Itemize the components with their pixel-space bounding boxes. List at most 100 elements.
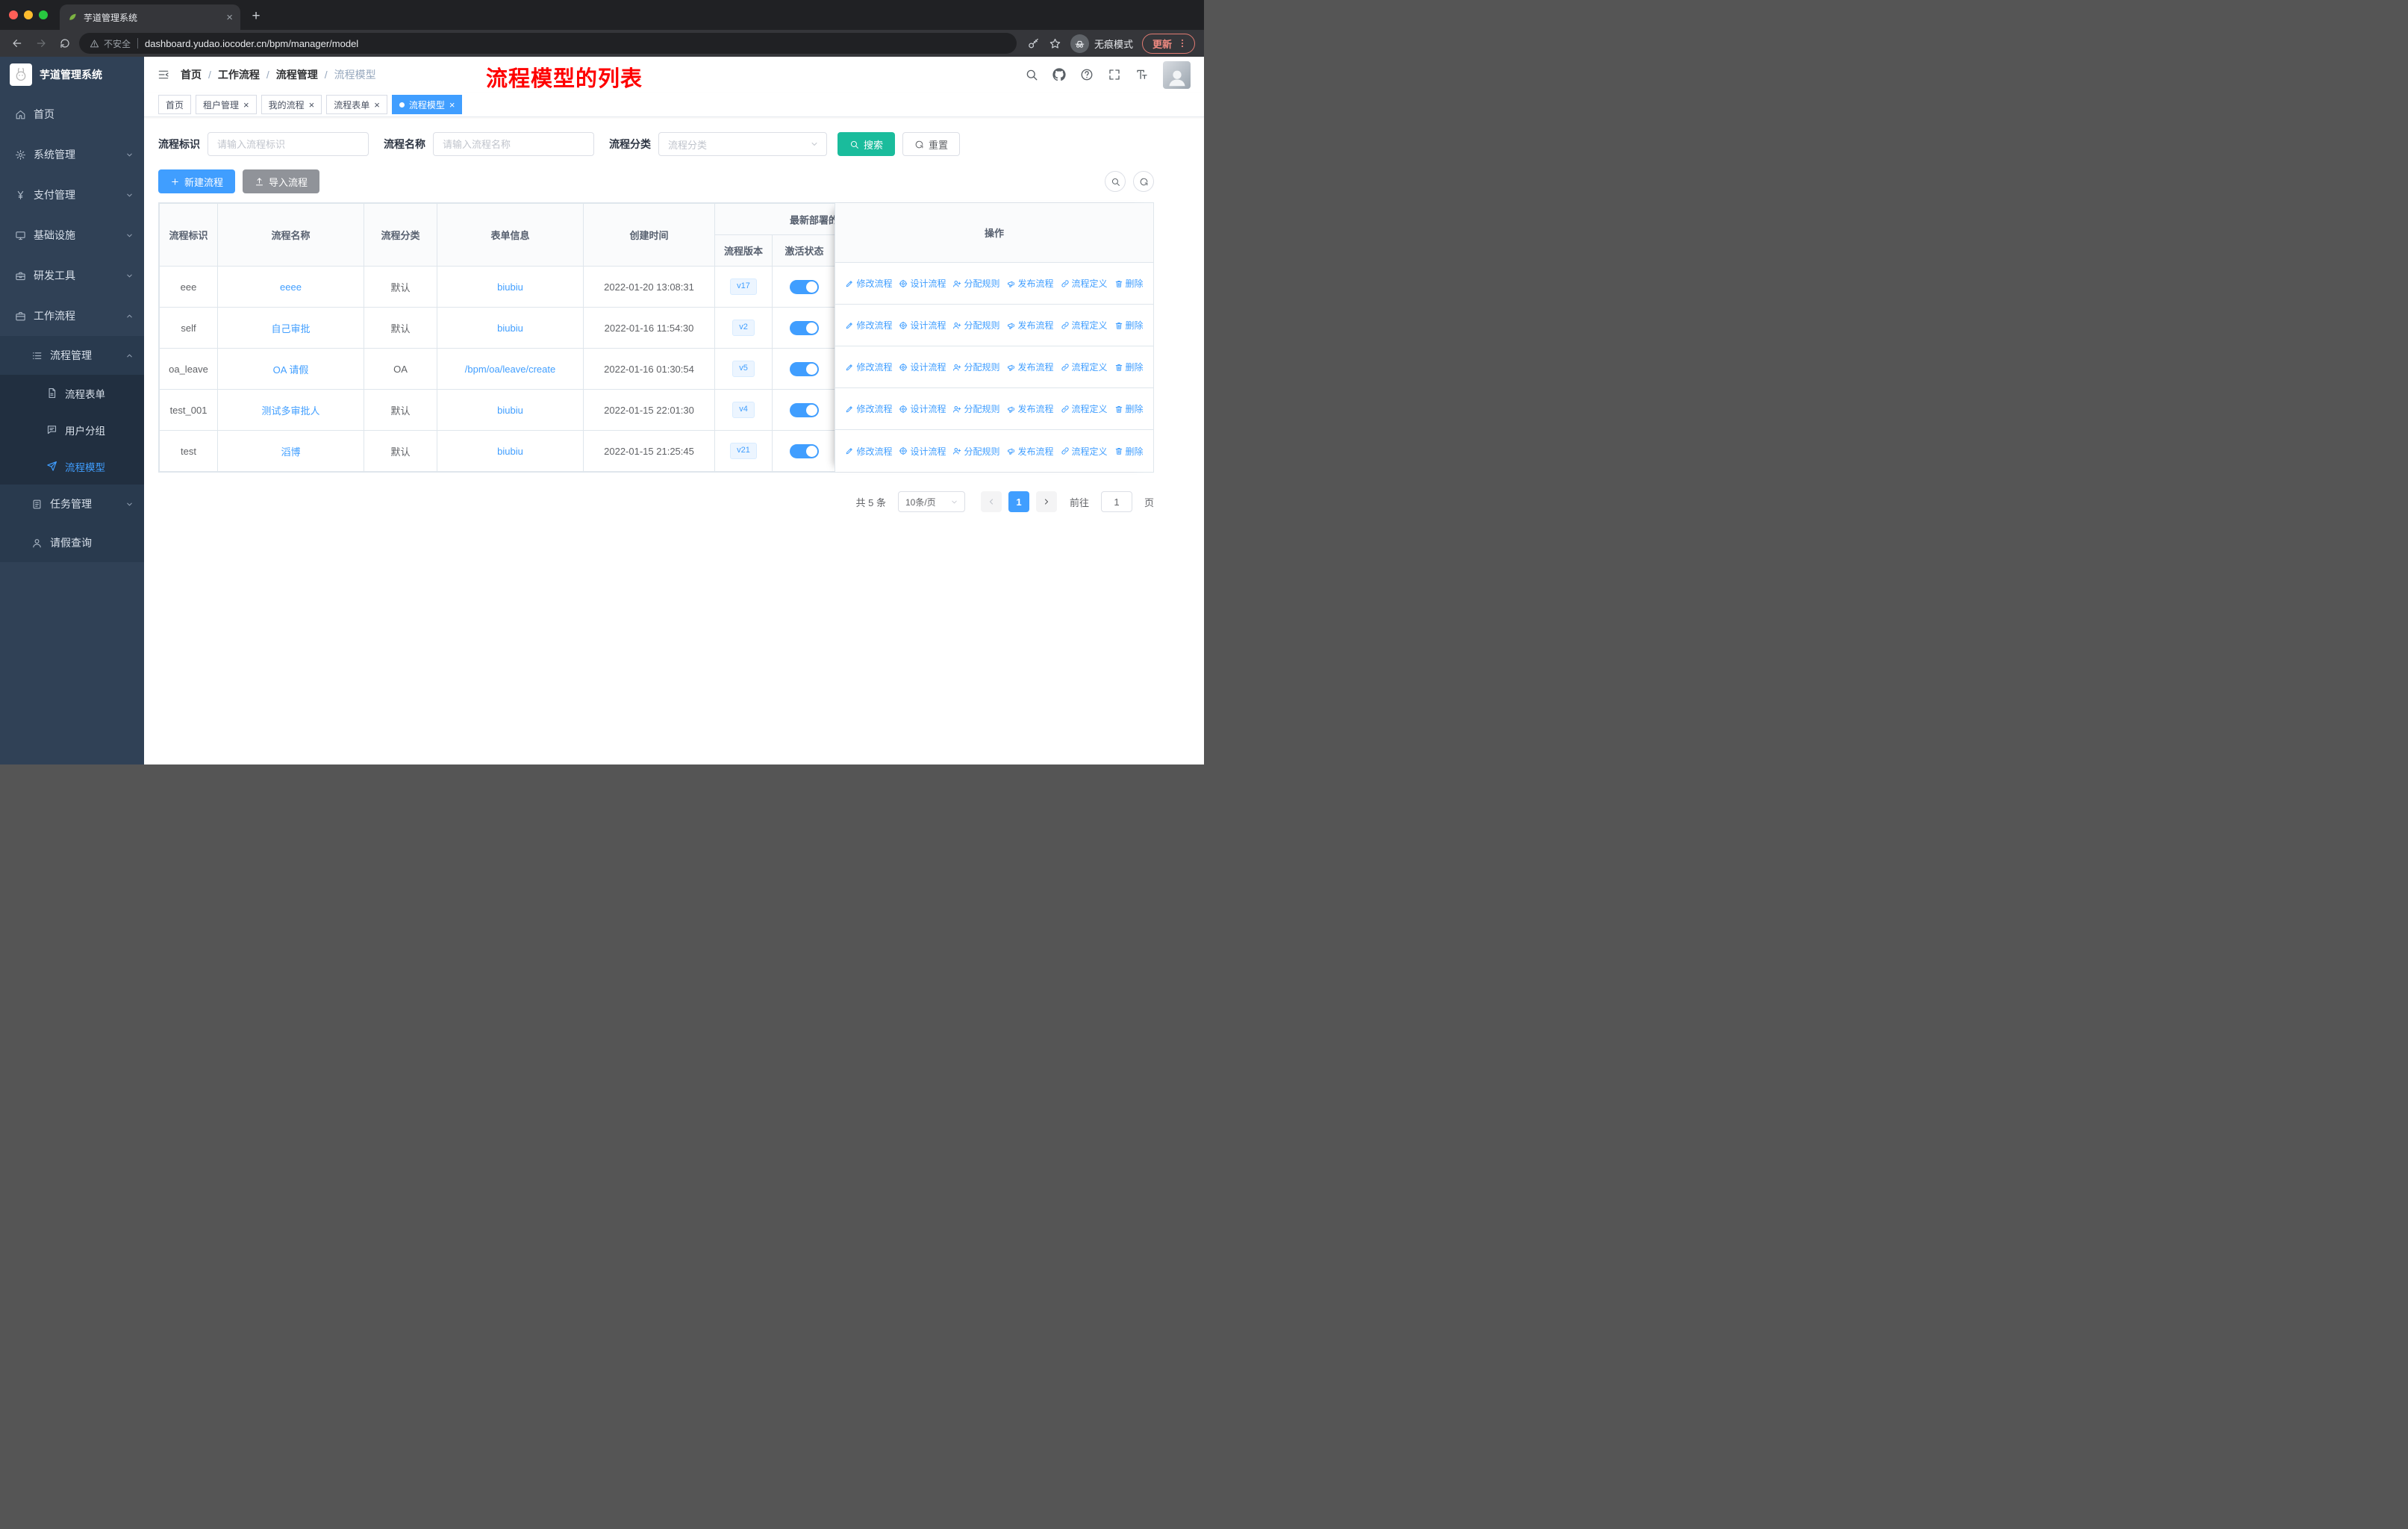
browser-update-menu-button[interactable]: 更新	[1141, 33, 1195, 54]
search-button[interactable]: 搜索	[838, 132, 896, 156]
modify-action-link[interactable]: 修改流程	[845, 402, 892, 415]
sidebar-item-task-manage[interactable]: 任务管理	[0, 485, 144, 523]
process-key-input[interactable]	[208, 132, 369, 156]
delete-action-link[interactable]: 删除	[1114, 319, 1144, 331]
create-process-button[interactable]: 新建流程	[158, 169, 236, 193]
process-name-link[interactable]: 滔博	[281, 446, 300, 458]
publish-action-link[interactable]: 发布流程	[1007, 361, 1054, 373]
sidebar-item-system[interactable]: 系统管理	[0, 134, 144, 175]
active-toggle[interactable]	[790, 402, 819, 417]
close-window-button[interactable]	[9, 10, 18, 19]
delete-action-link[interactable]: 删除	[1114, 445, 1144, 458]
design-action-link[interactable]: 设计流程	[899, 361, 946, 373]
publish-action-link[interactable]: 发布流程	[1007, 277, 1054, 290]
sidebar-item-home[interactable]: 首页	[0, 94, 144, 134]
definition-action-link[interactable]: 流程定义	[1061, 445, 1108, 458]
tab-item[interactable]: 首页	[158, 95, 192, 114]
definition-action-link[interactable]: 流程定义	[1061, 277, 1108, 290]
process-name-input[interactable]	[433, 132, 594, 156]
sidebar-fold-icon[interactable]	[157, 69, 169, 81]
tab-item[interactable]: 流程表单 ×	[326, 95, 387, 114]
close-tab-icon[interactable]: ×	[226, 12, 233, 23]
process-name-link[interactable]: 自己审批	[271, 323, 310, 334]
tab-item[interactable]: 流程模型 ×	[391, 95, 463, 114]
security-indicator[interactable]: 不安全	[90, 37, 131, 50]
bookmark-star-icon[interactable]	[1049, 37, 1061, 50]
goto-page-input[interactable]	[1100, 491, 1132, 512]
active-toggle[interactable]	[790, 361, 819, 376]
tab-item[interactable]: 我的流程 ×	[261, 95, 322, 114]
definition-action-link[interactable]: 流程定义	[1061, 402, 1108, 415]
minimize-window-button[interactable]	[24, 10, 33, 19]
zoom-window-button[interactable]	[39, 10, 48, 19]
browser-tab[interactable]: 芋道管理系统 ×	[60, 4, 240, 30]
password-key-icon[interactable]	[1027, 37, 1040, 50]
active-toggle[interactable]	[790, 443, 819, 458]
form-info-link[interactable]: /bpm/oa/leave/create	[465, 364, 555, 375]
breadcrumb-item[interactable]: 流程管理	[276, 67, 318, 82]
search-icon[interactable]	[1025, 68, 1038, 81]
page-size-select[interactable]: 10条/页	[897, 491, 965, 512]
page-number-1[interactable]: 1	[1008, 491, 1029, 512]
github-icon[interactable]	[1052, 68, 1066, 81]
delete-action-link[interactable]: 删除	[1114, 277, 1144, 290]
design-action-link[interactable]: 设计流程	[899, 319, 946, 331]
sidebar-item-process-manage[interactable]: 流程管理	[0, 336, 144, 375]
sidebar-item-leave-query[interactable]: 请假查询	[0, 523, 144, 562]
tab-item[interactable]: 租户管理 ×	[196, 95, 257, 114]
form-info-link[interactable]: biubiu	[497, 323, 523, 334]
category-select[interactable]: 流程分类	[658, 132, 827, 156]
close-tab-icon[interactable]: ×	[374, 100, 380, 110]
sidebar-item-user-group[interactable]: 用户分组	[0, 411, 144, 448]
assign-action-link[interactable]: 分配规则	[952, 277, 1000, 290]
process-name-link[interactable]: 测试多审批人	[261, 405, 319, 417]
active-toggle[interactable]	[790, 320, 819, 335]
active-toggle[interactable]	[790, 279, 819, 294]
fullscreen-icon[interactable]	[1108, 68, 1121, 81]
reset-button[interactable]: 重置	[902, 132, 961, 156]
publish-action-link[interactable]: 发布流程	[1007, 402, 1054, 415]
breadcrumb-item[interactable]: 首页	[181, 67, 202, 82]
form-info-link[interactable]: biubiu	[497, 281, 523, 293]
assign-action-link[interactable]: 分配规则	[952, 361, 1000, 373]
delete-action-link[interactable]: 删除	[1114, 361, 1144, 373]
sidebar-item-dev-tools[interactable]: 研发工具	[0, 255, 144, 296]
close-tab-icon[interactable]: ×	[309, 100, 315, 110]
toggle-search-button[interactable]	[1105, 171, 1126, 192]
form-info-link[interactable]: biubiu	[497, 405, 523, 416]
sidebar-item-process-form[interactable]: 流程表单	[0, 375, 144, 411]
process-name-link[interactable]: eeee	[280, 281, 302, 293]
close-tab-icon[interactable]: ×	[449, 100, 455, 110]
modify-action-link[interactable]: 修改流程	[845, 319, 892, 331]
design-action-link[interactable]: 设计流程	[899, 402, 946, 415]
avatar[interactable]	[1163, 60, 1191, 89]
definition-action-link[interactable]: 流程定义	[1061, 361, 1108, 373]
delete-action-link[interactable]: 删除	[1114, 402, 1144, 415]
back-button[interactable]	[7, 34, 27, 53]
sidebar-item-process-model[interactable]: 流程模型	[0, 448, 144, 485]
publish-action-link[interactable]: 发布流程	[1007, 319, 1054, 331]
next-page-button[interactable]	[1035, 491, 1057, 512]
definition-action-link[interactable]: 流程定义	[1061, 319, 1108, 331]
modify-action-link[interactable]: 修改流程	[845, 361, 892, 373]
sidebar-item-payment[interactable]: 支付管理	[0, 175, 144, 215]
import-process-button[interactable]: 导入流程	[243, 169, 320, 193]
address-bar[interactable]: 不安全 dashboard.yudao.iocoder.cn/bpm/manag…	[79, 33, 1017, 54]
design-action-link[interactable]: 设计流程	[899, 445, 946, 458]
publish-action-link[interactable]: 发布流程	[1007, 445, 1054, 458]
new-tab-button[interactable]: +	[245, 5, 267, 28]
assign-action-link[interactable]: 分配规则	[952, 445, 1000, 458]
process-name-link[interactable]: OA 请假	[273, 364, 309, 376]
sidebar-item-infrastructure[interactable]: 基础设施	[0, 215, 144, 255]
font-size-icon[interactable]	[1135, 68, 1149, 81]
design-action-link[interactable]: 设计流程	[899, 277, 946, 290]
reload-button[interactable]	[55, 34, 75, 53]
form-info-link[interactable]: biubiu	[497, 446, 523, 457]
sidebar-item-workflow[interactable]: 工作流程	[0, 296, 144, 336]
assign-action-link[interactable]: 分配规则	[952, 319, 1000, 331]
modify-action-link[interactable]: 修改流程	[845, 445, 892, 458]
close-tab-icon[interactable]: ×	[243, 100, 249, 110]
refresh-table-button[interactable]	[1133, 171, 1154, 192]
modify-action-link[interactable]: 修改流程	[845, 277, 892, 290]
breadcrumb-item[interactable]: 工作流程	[218, 67, 260, 82]
